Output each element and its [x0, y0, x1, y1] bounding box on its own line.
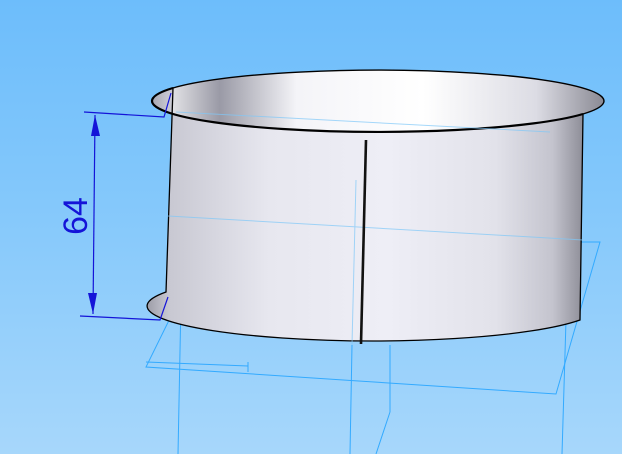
dimension-arrow-top: [91, 115, 100, 136]
dimension-value[interactable]: 64: [56, 194, 96, 238]
3d-viewport[interactable]: 64: [0, 0, 622, 454]
dimension-arrow-bottom: [88, 293, 97, 314]
